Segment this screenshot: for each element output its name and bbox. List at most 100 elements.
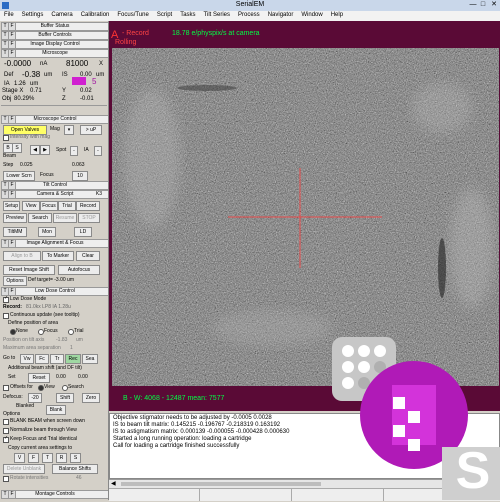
step-value-1[interactable]: 0.025	[20, 162, 33, 168]
low-dose-header[interactable]: T F Low Dose Control	[1, 287, 108, 296]
normalize-checkbox[interactable]	[3, 428, 9, 434]
reset-image-shift-button[interactable]: Reset Image Shift	[3, 265, 55, 275]
maximize-button[interactable]: □	[478, 1, 488, 9]
goto-trial-button[interactable]: Tr	[50, 354, 64, 364]
rotate-value[interactable]: 46	[76, 475, 82, 481]
menu-file[interactable]: File	[0, 11, 18, 18]
intensity-zoom-checkbox[interactable]	[3, 135, 9, 141]
camera-view-button[interactable]: View	[22, 201, 40, 211]
beam-left-button[interactable]: ◀	[30, 145, 40, 155]
menu-process[interactable]: Process	[234, 11, 264, 18]
goto-focus-button[interactable]: Fc	[35, 354, 49, 364]
copy-r-button[interactable]: R	[56, 453, 67, 463]
focus-step-field[interactable]: 10	[72, 171, 88, 181]
panel-float-button[interactable]: F	[9, 182, 16, 189]
image-display-header[interactable]: T F Image Display Control	[1, 40, 108, 49]
panel-float-button[interactable]: F	[9, 41, 16, 48]
rotate-checkbox[interactable]	[3, 476, 9, 482]
menu-calibration[interactable]: Calibration	[77, 11, 114, 18]
camera-preview-button[interactable]: Preview	[3, 213, 27, 223]
copy-s-button[interactable]: S	[70, 453, 81, 463]
menu-script[interactable]: Script	[153, 11, 176, 18]
blank-button[interactable]: Blank	[46, 405, 66, 415]
camera-trial-button[interactable]: Trial	[58, 201, 76, 211]
menu-focus-tune[interactable]: Focus/Tune	[113, 11, 152, 18]
panel-toggle-button[interactable]: T	[2, 240, 9, 247]
panel-toggle-button[interactable]: T	[2, 41, 9, 48]
panel-float-button[interactable]: F	[9, 116, 16, 123]
ia-down-button[interactable]: -	[94, 146, 102, 156]
panel-toggle-button[interactable]: T	[2, 32, 9, 39]
menu-tasks[interactable]: Tasks	[176, 11, 199, 18]
clear-button[interactable]: Clear	[76, 251, 100, 261]
scroll-left-arrow[interactable]: ◀	[111, 481, 117, 487]
goto-record-button[interactable]: Rec	[65, 354, 81, 364]
mon-button[interactable]: Mon	[38, 227, 56, 237]
zero-button[interactable]: Zero	[82, 393, 100, 403]
panel-toggle-button[interactable]: T	[2, 491, 9, 498]
buffer-controls-header[interactable]: T F Buffer Controls	[1, 31, 108, 40]
ld-options-label[interactable]: Options	[3, 411, 20, 417]
menu-window[interactable]: Window	[297, 11, 326, 18]
menu-help[interactable]: Help	[327, 11, 347, 18]
menu-navigator[interactable]: Navigator	[264, 11, 298, 18]
max-separation-value[interactable]: 1	[70, 345, 73, 351]
ld-button[interactable]: LD	[74, 227, 92, 237]
camera-focus-button[interactable]: Focus	[40, 201, 58, 211]
goto-search-button[interactable]: Sea	[82, 354, 98, 364]
defocus-value-field[interactable]: -20	[28, 393, 42, 403]
panel-toggle-button[interactable]: T	[2, 50, 9, 57]
continuous-update-checkbox[interactable]	[3, 313, 9, 319]
step-value-2[interactable]: 0.063	[72, 162, 85, 168]
menu-settings[interactable]: Settings	[18, 11, 48, 18]
blank-beam-checkbox[interactable]	[3, 419, 9, 425]
shift-button[interactable]: Shift	[56, 393, 74, 403]
microscope-header[interactable]: T F Microscope	[1, 49, 108, 58]
panel-toggle-button[interactable]: T	[2, 191, 9, 198]
reset-shift-button[interactable]: Reset	[28, 373, 50, 383]
low-dose-checkbox[interactable]	[3, 295, 9, 303]
align-options-button[interactable]: Options	[3, 276, 27, 286]
keep-focus-checkbox[interactable]	[3, 435, 9, 443]
panel-toggle-button[interactable]: T	[2, 288, 9, 295]
panel-toggle-button[interactable]: T	[2, 23, 9, 30]
mag-down-button[interactable]: ▾	[64, 125, 74, 135]
panel-toggle-button[interactable]: T	[2, 116, 9, 123]
copy-v-button[interactable]: V	[14, 453, 25, 463]
panel-float-button[interactable]: F	[9, 50, 16, 57]
camera-script-header[interactable]: T F Camera & Script K3	[1, 190, 108, 199]
position-axis-value[interactable]: -1.83	[56, 337, 67, 343]
copy-f-button[interactable]: F	[28, 453, 39, 463]
to-marker-button[interactable]: To Marker	[42, 251, 74, 261]
offsets-for-checkbox[interactable]	[3, 385, 9, 391]
panel-float-button[interactable]: F	[9, 288, 16, 295]
montage-button[interactable]: TiltMM	[3, 227, 27, 237]
close-button[interactable]: ✕	[489, 1, 499, 9]
align-to-button[interactable]: Align to B	[3, 251, 41, 261]
goto-view-button[interactable]: Vw	[20, 354, 34, 364]
camera-setup-button[interactable]: Setup	[3, 201, 20, 211]
montage-controls-header[interactable]: T F Montage Controls	[1, 490, 108, 499]
lower-screen-button[interactable]: Lower Scrn	[3, 171, 35, 181]
panel-toggle-button[interactable]: T	[2, 182, 9, 189]
copy-t-button[interactable]: T	[42, 453, 53, 463]
panel-float-button[interactable]: F	[9, 240, 16, 247]
beam-right-button[interactable]: ▶	[40, 145, 50, 155]
beam-s-button[interactable]: S	[12, 143, 22, 153]
panel-float-button[interactable]: F	[9, 191, 16, 198]
buffer-status-header[interactable]: T F Buffer Status	[1, 22, 108, 31]
delete-unblank-button[interactable]: Delete Unblank	[3, 464, 45, 474]
image-align-header[interactable]: T F Image Alignment & Focus	[1, 239, 108, 248]
panel-float-button[interactable]: F	[9, 23, 16, 30]
camera-record-button[interactable]: Record	[76, 201, 100, 211]
mag-up-button[interactable]: > uP	[80, 125, 102, 135]
camera-resume-button[interactable]: Resume	[53, 213, 77, 223]
minimize-button[interactable]: —	[468, 1, 478, 9]
panel-float-button[interactable]: F	[9, 32, 16, 39]
menu-tilt-series[interactable]: Tilt Series	[200, 11, 234, 18]
menu-camera[interactable]: Camera	[47, 11, 76, 18]
camera-search-button[interactable]: Search	[28, 213, 52, 223]
tilt-control-header[interactable]: T F Tilt Control	[1, 181, 108, 190]
scroll-thumb[interactable]	[121, 482, 321, 486]
autofocus-button[interactable]: Autofocus	[58, 265, 100, 275]
